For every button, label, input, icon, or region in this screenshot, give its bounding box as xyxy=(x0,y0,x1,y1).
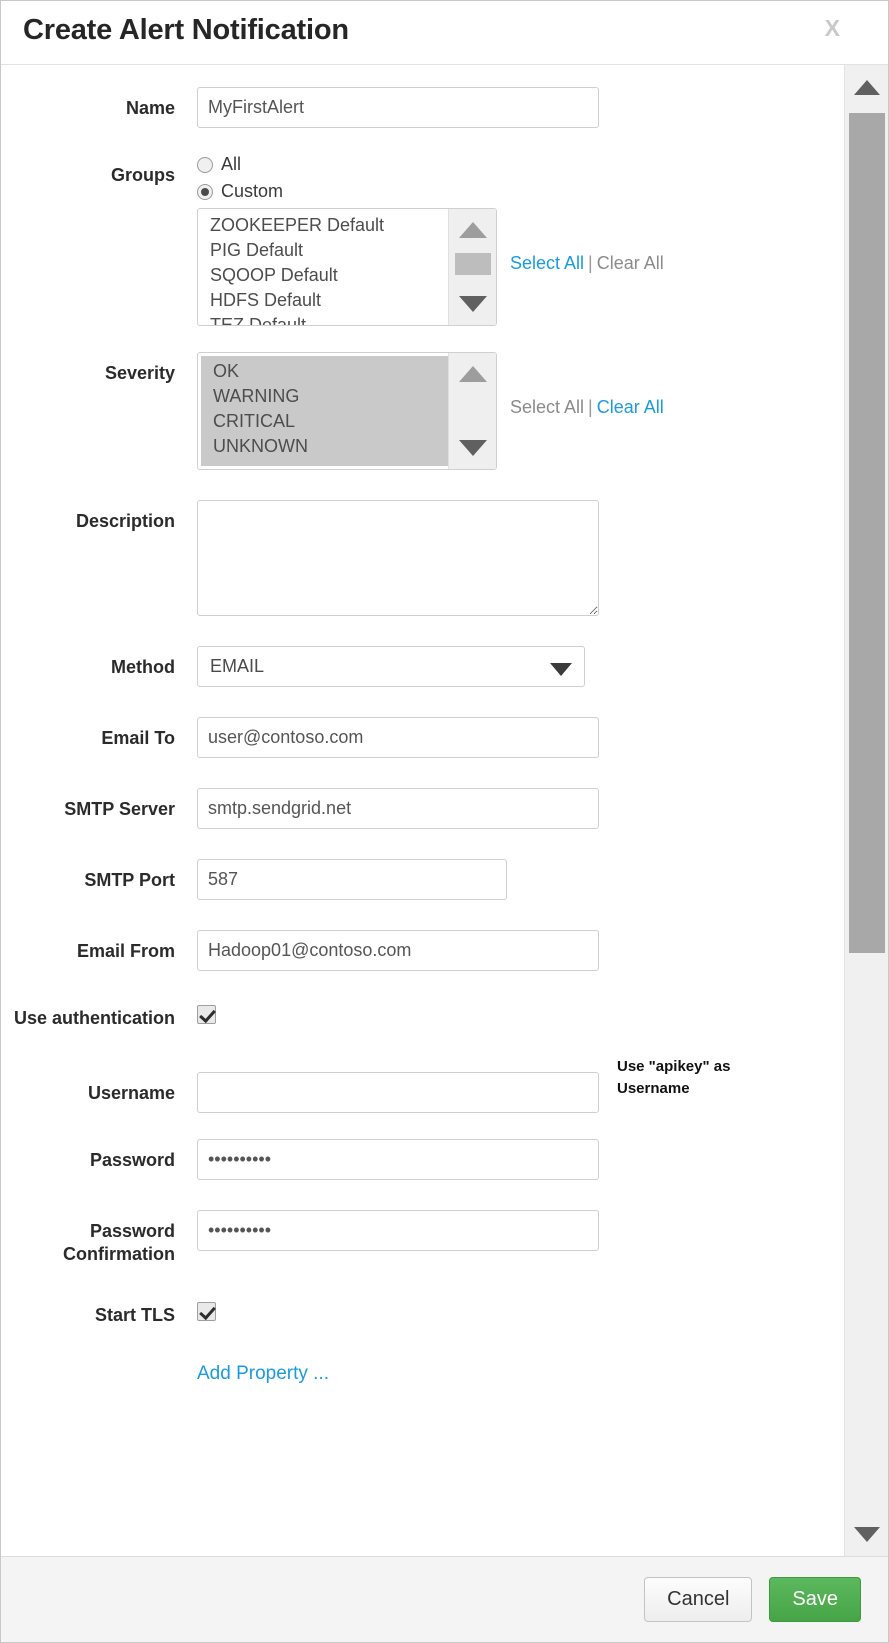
description-textarea[interactable] xyxy=(197,500,599,616)
dialog-form: Name Groups All Custom xyxy=(1,65,844,1556)
row-severity: Severity OK WARNING CRITICAL UNKNOWN xyxy=(1,352,844,470)
severity-listbox[interactable]: OK WARNING CRITICAL UNKNOWN xyxy=(197,352,497,470)
username-hint-annotation: Use "apikey" as Username xyxy=(617,1056,802,1100)
row-smtp-server: SMTP Server xyxy=(1,788,844,829)
row-email-to: Email To xyxy=(1,717,844,758)
row-method: Method EMAIL xyxy=(1,646,844,687)
scrollbar-thumb[interactable] xyxy=(849,113,885,953)
list-item[interactable]: WARNING xyxy=(213,384,448,409)
smtp-port-input[interactable] xyxy=(197,859,507,900)
label-smtp-port: SMTP Port xyxy=(1,859,197,892)
scrollbar-thumb[interactable] xyxy=(455,253,491,275)
radio-all-label: All xyxy=(221,154,241,175)
cancel-button[interactable]: Cancel xyxy=(644,1577,752,1622)
dialog-header: Create Alert Notification X xyxy=(1,1,888,65)
severity-clear-all-link[interactable]: Clear All xyxy=(597,397,664,417)
label-add-property-spacer xyxy=(1,1363,197,1373)
list-item[interactable]: UNKNOWN xyxy=(213,434,448,459)
row-smtp-port: SMTP Port xyxy=(1,859,844,900)
create-alert-notification-dialog: Create Alert Notification X Name Groups … xyxy=(0,0,889,1643)
password-input[interactable] xyxy=(197,1139,599,1180)
label-username: Username xyxy=(1,1072,197,1105)
start-tls-checkbox[interactable] xyxy=(197,1302,216,1321)
row-username: Username Use "apikey" as Username xyxy=(1,1072,844,1113)
label-email-to: Email To xyxy=(1,717,197,750)
method-selected-value: EMAIL xyxy=(210,656,264,677)
password-confirmation-input[interactable] xyxy=(197,1210,599,1251)
name-input[interactable] xyxy=(197,87,599,128)
label-groups: Groups xyxy=(1,154,197,187)
label-name: Name xyxy=(1,87,197,120)
severity-listbox-wrapper: OK WARNING CRITICAL UNKNOWN Selec xyxy=(197,352,844,470)
scroll-up-icon[interactable] xyxy=(449,357,497,391)
groups-links-separator: | xyxy=(584,253,597,273)
radio-all-circle xyxy=(197,157,213,173)
groups-listbox-wrapper: ZOOKEEPER Default PIG Default SQOOP Defa… xyxy=(197,208,844,326)
scroll-up-icon[interactable] xyxy=(845,65,888,109)
severity-list-scrollbar[interactable] xyxy=(448,353,496,469)
severity-select-links: Select All|Clear All xyxy=(510,352,664,416)
scroll-down-icon[interactable] xyxy=(449,431,497,465)
groups-list-items[interactable]: ZOOKEEPER Default PIG Default SQOOP Defa… xyxy=(198,209,448,325)
label-password-confirmation: Password Confirmation xyxy=(1,1210,197,1266)
dialog-footer: Cancel Save xyxy=(1,1556,888,1642)
method-select[interactable]: EMAIL xyxy=(197,646,585,687)
radio-custom-circle xyxy=(197,184,213,200)
groups-select-links: Select All|Clear All xyxy=(510,208,664,272)
save-button[interactable]: Save xyxy=(769,1577,861,1622)
row-add-property: Add Property ... xyxy=(1,1363,844,1385)
row-password: Password xyxy=(1,1139,844,1180)
username-input[interactable] xyxy=(197,1072,599,1113)
close-icon[interactable]: X xyxy=(825,17,840,40)
label-password: Password xyxy=(1,1139,197,1172)
label-severity: Severity xyxy=(1,352,197,385)
label-use-authentication: Use authentication xyxy=(1,1005,197,1030)
list-item[interactable]: CRITICAL xyxy=(213,409,448,434)
list-item[interactable]: PIG Default xyxy=(210,238,448,263)
groups-select-all-link[interactable]: Select All xyxy=(510,253,584,273)
label-start-tls: Start TLS xyxy=(1,1302,197,1327)
list-item[interactable]: HDFS Default xyxy=(210,288,448,313)
scroll-up-icon[interactable] xyxy=(449,213,497,247)
dialog-title: Create Alert Notification xyxy=(23,14,349,47)
radio-groups-all[interactable]: All xyxy=(197,154,844,175)
label-smtp-server: SMTP Server xyxy=(1,788,197,821)
row-groups: Groups All Custom ZOOKEEPER Default xyxy=(1,154,844,326)
chevron-down-icon xyxy=(550,663,572,676)
radio-groups-custom[interactable]: Custom xyxy=(197,181,844,202)
list-item[interactable]: ZOOKEEPER Default xyxy=(210,213,448,238)
add-property-link[interactable]: Add Property ... xyxy=(197,1363,329,1384)
label-email-from: Email From xyxy=(1,930,197,963)
severity-list-items[interactable]: OK WARNING CRITICAL UNKNOWN xyxy=(201,356,448,466)
row-email-from: Email From xyxy=(1,930,844,971)
severity-select-all-link[interactable]: Select All xyxy=(510,397,584,417)
row-description: Description xyxy=(1,500,844,616)
severity-links-separator: | xyxy=(584,397,597,417)
label-description: Description xyxy=(1,500,197,533)
dialog-body-wrapper: Name Groups All Custom xyxy=(1,65,888,1556)
row-start-tls: Start TLS xyxy=(1,1302,844,1327)
smtp-server-input[interactable] xyxy=(197,788,599,829)
email-from-input[interactable] xyxy=(197,930,599,971)
list-item[interactable]: TEZ Default xyxy=(210,313,448,325)
row-password-confirmation: Password Confirmation xyxy=(1,1210,844,1266)
row-use-authentication: Use authentication xyxy=(1,1005,844,1030)
list-item[interactable]: OK xyxy=(213,359,448,384)
use-authentication-checkbox[interactable] xyxy=(197,1005,216,1024)
list-item[interactable]: SQOOP Default xyxy=(210,263,448,288)
row-name: Name xyxy=(1,87,844,128)
scroll-down-icon[interactable] xyxy=(449,287,497,321)
dialog-scrollbar[interactable] xyxy=(844,65,888,1556)
radio-custom-label: Custom xyxy=(221,181,283,202)
groups-listbox[interactable]: ZOOKEEPER Default PIG Default SQOOP Defa… xyxy=(197,208,497,326)
label-method: Method xyxy=(1,646,197,679)
scroll-down-icon[interactable] xyxy=(845,1512,888,1556)
groups-list-scrollbar[interactable] xyxy=(448,209,496,325)
groups-clear-all-link[interactable]: Clear All xyxy=(597,253,664,273)
email-to-input[interactable] xyxy=(197,717,599,758)
